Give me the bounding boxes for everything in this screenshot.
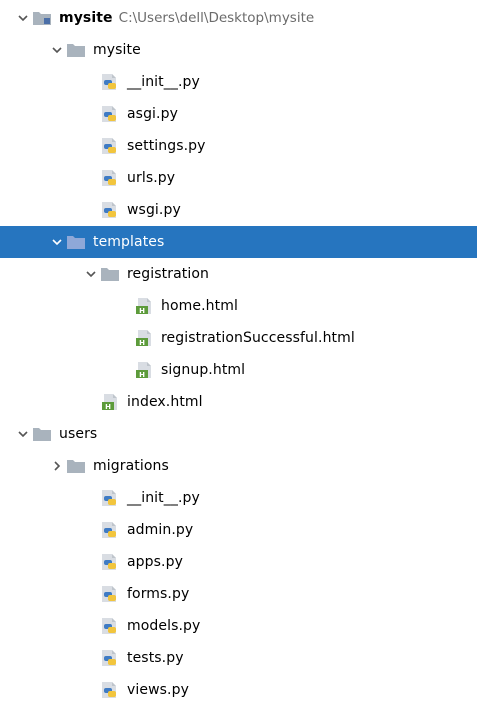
tree-row-label: mysite [59, 10, 113, 26]
chevron-placeholder [82, 617, 100, 635]
svg-text:H: H [139, 371, 145, 379]
tree-row-label: models.py [127, 618, 201, 634]
python-file-icon [100, 585, 120, 603]
tree-row-signup-html[interactable]: H signup.html [0, 354, 477, 386]
tree-row-settings-py[interactable]: settings.py [0, 130, 477, 162]
tree-row-label: views.py [127, 682, 189, 698]
chevron-placeholder [82, 489, 100, 507]
tree-row-users[interactable]: users [0, 418, 477, 450]
html-file-icon: H [100, 393, 120, 411]
tree-row-label: apps.py [127, 554, 183, 570]
html-file-icon: H [134, 329, 154, 347]
chevron-placeholder [82, 393, 100, 411]
chevron-placeholder [82, 201, 100, 219]
tree-row-admin-py[interactable]: admin.py [0, 514, 477, 546]
tree-row-label: admin.py [127, 522, 194, 538]
chevron-placeholder [82, 553, 100, 571]
tree-row-label: templates [93, 234, 165, 250]
python-file-icon [100, 521, 120, 539]
python-file-icon [100, 137, 120, 155]
chevron-placeholder [82, 137, 100, 155]
tree-row-label: tests.py [127, 650, 184, 666]
folder-icon [66, 457, 86, 475]
tree-row-asgi-py[interactable]: asgi.py [0, 98, 477, 130]
svg-text:H: H [105, 403, 111, 411]
python-file-icon [100, 201, 120, 219]
chevron-placeholder [82, 649, 100, 667]
svg-text:H: H [139, 339, 145, 347]
folder-icon [32, 425, 52, 443]
python-file-icon [100, 73, 120, 91]
chevron-placeholder [82, 681, 100, 699]
python-file-icon [100, 617, 120, 635]
svg-text:H: H [139, 307, 145, 315]
tree-row-home-html[interactable]: H home.html [0, 290, 477, 322]
chevron-right-icon[interactable] [48, 457, 66, 475]
tree-row-tests-py[interactable]: tests.py [0, 642, 477, 674]
tree-row-apps-py[interactable]: apps.py [0, 546, 477, 578]
tree-row-label: registration [127, 266, 209, 282]
templates-folder-icon [66, 233, 86, 251]
tree-row-migrations[interactable]: migrations [0, 450, 477, 482]
tree-row-mysite[interactable]: mysite C:\Users\dell\Desktop\mysite [0, 2, 477, 34]
tree-row-templates[interactable]: templates [0, 226, 477, 258]
html-file-icon: H [134, 361, 154, 379]
python-file-icon [100, 105, 120, 123]
tree-row-label: wsgi.py [127, 202, 181, 218]
tree-row-label: urls.py [127, 170, 176, 186]
module-folder-icon [32, 9, 52, 27]
chevron-down-icon[interactable] [14, 9, 32, 27]
tree-row-views-py[interactable]: views.py [0, 674, 477, 706]
tree-row-wsgi-py[interactable]: wsgi.py [0, 194, 477, 226]
tree-row-label: __init__.py [127, 74, 200, 90]
tree-row-registration[interactable]: registration [0, 258, 477, 290]
tree-row-label: asgi.py [127, 106, 178, 122]
folder-icon [66, 41, 86, 59]
tree-row-label: users [59, 426, 98, 442]
tree-row-models-py[interactable]: models.py [0, 610, 477, 642]
python-file-icon [100, 649, 120, 667]
chevron-down-icon[interactable] [82, 265, 100, 283]
tree-row-forms-py[interactable]: forms.py [0, 578, 477, 610]
tree-row-label: __init__.py [127, 490, 200, 506]
python-file-icon [100, 489, 120, 507]
tree-row-label: signup.html [161, 362, 246, 378]
tree-row-urls-py[interactable]: urls.py [0, 162, 477, 194]
chevron-placeholder [116, 329, 134, 347]
chevron-placeholder [116, 361, 134, 379]
chevron-down-icon[interactable] [48, 41, 66, 59]
folder-icon [100, 265, 120, 283]
chevron-placeholder [82, 521, 100, 539]
tree-row-label: registrationSuccessful.html [161, 330, 355, 346]
tree-row-label: index.html [127, 394, 203, 410]
python-file-icon [100, 169, 120, 187]
tree-row-label: mysite [93, 42, 141, 58]
project-path: C:\Users\dell\Desktop\mysite [118, 10, 315, 26]
chevron-placeholder [116, 297, 134, 315]
tree-row-registrationsuccessful-html[interactable]: H registrationSuccessful.html [0, 322, 477, 354]
tree-row-init-py[interactable]: __init__.py [0, 66, 477, 98]
chevron-down-icon[interactable] [14, 425, 32, 443]
html-file-icon: H [134, 297, 154, 315]
chevron-placeholder [82, 169, 100, 187]
python-file-icon [100, 553, 120, 571]
tree-row-index-html[interactable]: H index.html [0, 386, 477, 418]
tree-row-label: migrations [93, 458, 169, 474]
chevron-down-icon[interactable] [48, 233, 66, 251]
chevron-placeholder [82, 585, 100, 603]
tree-row-label: home.html [161, 298, 238, 314]
project-tree: mysite C:\Users\dell\Desktop\mysite mysi… [0, 0, 477, 721]
python-file-icon [100, 681, 120, 699]
tree-row-label: forms.py [127, 586, 190, 602]
tree-row-mysite[interactable]: mysite [0, 34, 477, 66]
tree-row-init-py[interactable]: __init__.py [0, 482, 477, 514]
chevron-placeholder [82, 73, 100, 91]
tree-row-label: settings.py [127, 138, 206, 154]
chevron-placeholder [82, 105, 100, 123]
